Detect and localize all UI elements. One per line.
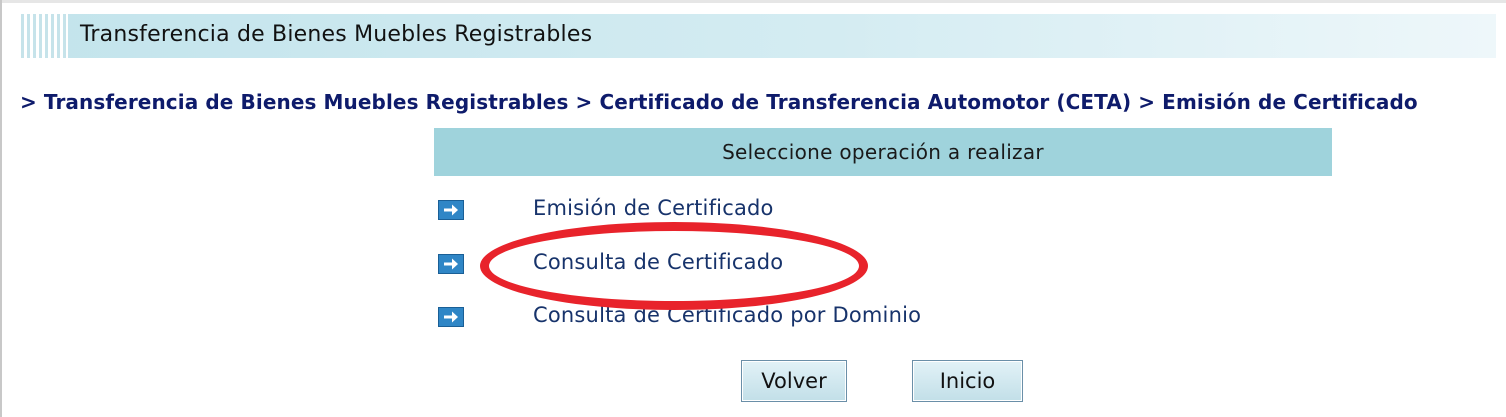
section-header: Transferencia de Bienes Muebles Registra… <box>18 14 1496 58</box>
operation-link[interactable]: Consulta de Certificado <box>533 250 783 274</box>
header-stripes-decoration <box>18 14 68 58</box>
operation-emision-certificado[interactable]: Emisión de Certificado <box>436 196 1136 226</box>
arrow-right-icon[interactable] <box>438 200 464 220</box>
arrow-right-icon[interactable] <box>438 254 464 274</box>
left-divider <box>0 0 2 417</box>
operation-panel-title: Seleccione operación a realizar <box>434 128 1332 176</box>
operation-consulta-certificado[interactable]: Consulta de Certificado <box>436 250 1136 280</box>
breadcrumb: > Transferencia de Bienes Muebles Regist… <box>20 90 1418 114</box>
page: Transferencia de Bienes Muebles Registra… <box>0 0 1506 417</box>
arrow-right-icon[interactable] <box>438 307 464 327</box>
home-button[interactable]: Inicio <box>912 360 1023 402</box>
back-button[interactable]: Volver <box>741 360 847 402</box>
section-title: Transferencia de Bienes Muebles Registra… <box>80 22 593 47</box>
operation-consulta-certificado-dominio[interactable]: Consulta de Certificado por Dominio <box>436 303 1136 333</box>
top-divider <box>0 0 1506 3</box>
operation-link[interactable]: Consulta de Certificado por Dominio <box>533 303 921 327</box>
operation-link[interactable]: Emisión de Certificado <box>533 196 774 220</box>
